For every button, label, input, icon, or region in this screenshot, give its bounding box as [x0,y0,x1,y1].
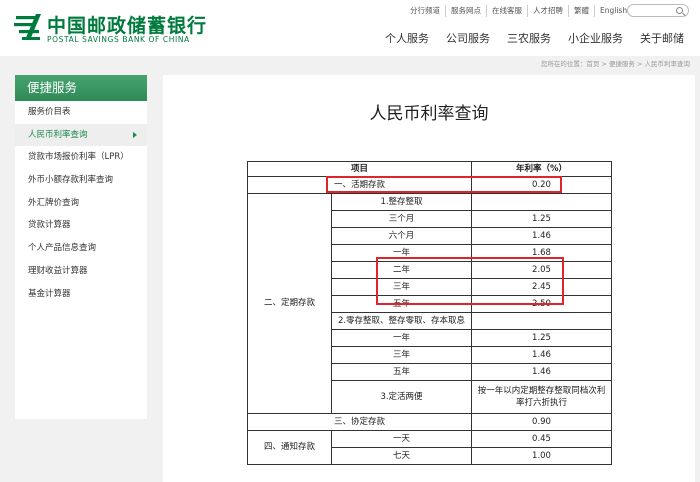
table-cell-rate [471,312,612,330]
table-header-row: 项目 年利率（%） [247,161,612,177]
table-row: 三、协定存款 0.90 [247,413,612,431]
table-header-rate: 年利率（%） [471,161,612,177]
table-cell-term: 三个月 [331,210,472,228]
table-cell-rate: 1.00 [471,447,612,465]
top-link-outlets[interactable]: 服务网点 [446,5,487,17]
site-header: 中国邮政储蓄银行 POSTAL SAVINGS BANK OF CHINA 分行… [0,0,700,56]
sidebar-item-fx-deposit-rates[interactable]: 外币小额存款利率查询 [15,169,147,192]
sidebar-item-price-list[interactable]: 服务价目表 [15,101,147,124]
table-cell-term: 五年 [331,363,472,381]
top-link-traditional[interactable]: 繁體 [569,5,595,17]
nav-personal[interactable]: 个人服务 [385,30,429,46]
highlight-long-term-rates [376,257,564,305]
table-cell-rate: 0.90 [471,413,612,431]
psbc-logo-icon [14,14,41,40]
logo-english-name: POSTAL SAVINGS BANK OF CHINA [47,35,190,44]
main-nav: 个人服务 公司服务 三农服务 小企业服务 关于邮储 [385,30,684,46]
table-header-item: 项目 [247,161,472,177]
rate-table: 项目 年利率（%） 一、活期存款 0.20 二、定期存款 1.整存整取 三个月 1… [247,161,612,465]
bank-logo[interactable]: 中国邮政储蓄银行 POSTAL SAVINGS BANK OF CHINA [14,8,254,48]
search-input[interactable] [627,4,689,17]
top-link-online-service[interactable]: 在线客服 [487,5,528,17]
table-cell-label: 三、协定存款 [247,413,472,431]
logo-chinese-name: 中国邮政储蓄银行 [47,15,208,37]
table-cell-term: 七天 [331,447,472,465]
table-cell-subheading: 3.定活两便 [331,380,472,414]
page-title: 人民币利率查询 [369,104,489,124]
sidebar-item-fx-quotes[interactable]: 外汇牌价查询 [15,192,147,215]
sidebar-item-rmb-rates[interactable]: 人民币利率查询 [15,123,147,147]
nav-about[interactable]: 关于邮储 [640,30,684,46]
sidebar-item-fund-calculator[interactable]: 基金计算器 [15,283,147,306]
sidebar-item-wealth-calculator[interactable]: 理财收益计算器 [15,260,147,283]
table-cell-term: 一天 [331,430,472,448]
search-icon[interactable] [676,7,683,14]
breadcrumb: 您所在的位置：首页 > 便捷服务 > 人民币利率查询 [540,60,690,68]
table-row: 二、定期存款 1.整存整取 [247,193,612,414]
sidebar: 便捷服务 服务价目表 人民币利率查询 贷款市场报价利率（LPR） 外币小额存款利… [15,75,147,419]
top-link-branch[interactable]: 分行频道 [405,5,446,17]
table-cell-subheading: 2.零存整取、整存零取、存本取息 [331,312,472,330]
table-cell-term: 六个月 [331,227,472,245]
table-cell-rate: 1.46 [471,227,612,245]
table-row: 四、通知存款 一天 0.45 [247,430,612,465]
nav-rural[interactable]: 三农服务 [507,30,551,46]
table-cell-term: 一年 [331,329,472,347]
sidebar-item-loan-calculator[interactable]: 贷款计算器 [15,214,147,237]
table-cell-rate: 1.25 [471,329,612,347]
table-cell-rate: 1.46 [471,363,612,381]
sidebar-title: 便捷服务 [15,75,147,101]
table-cell-rate [471,193,612,211]
table-cell-group: 四、通知存款 [247,430,332,465]
table-cell-rate: 按一年以内定期整存整取同档次利率打六折执行 [471,380,612,414]
table-cell-rate: 0.45 [471,430,612,448]
table-cell-term: 三年 [331,346,472,364]
sidebar-item-product-info[interactable]: 个人产品信息查询 [15,237,147,260]
table-cell-rate: 1.46 [471,346,612,364]
nav-small-business[interactable]: 小企业服务 [568,30,623,46]
top-link-careers[interactable]: 人才招聘 [528,5,569,17]
table-cell-group: 二、定期存款 [247,193,332,414]
highlight-demand-deposit [326,176,562,193]
sidebar-item-lpr[interactable]: 贷款市场报价利率（LPR） [15,146,147,169]
table-cell-rate: 1.25 [471,210,612,228]
nav-corporate[interactable]: 公司服务 [446,30,490,46]
top-links: 分行频道 服务网点 在线客服 人才招聘 繁體 English [405,5,632,17]
table-cell-subheading: 1.整存整取 [331,193,472,211]
